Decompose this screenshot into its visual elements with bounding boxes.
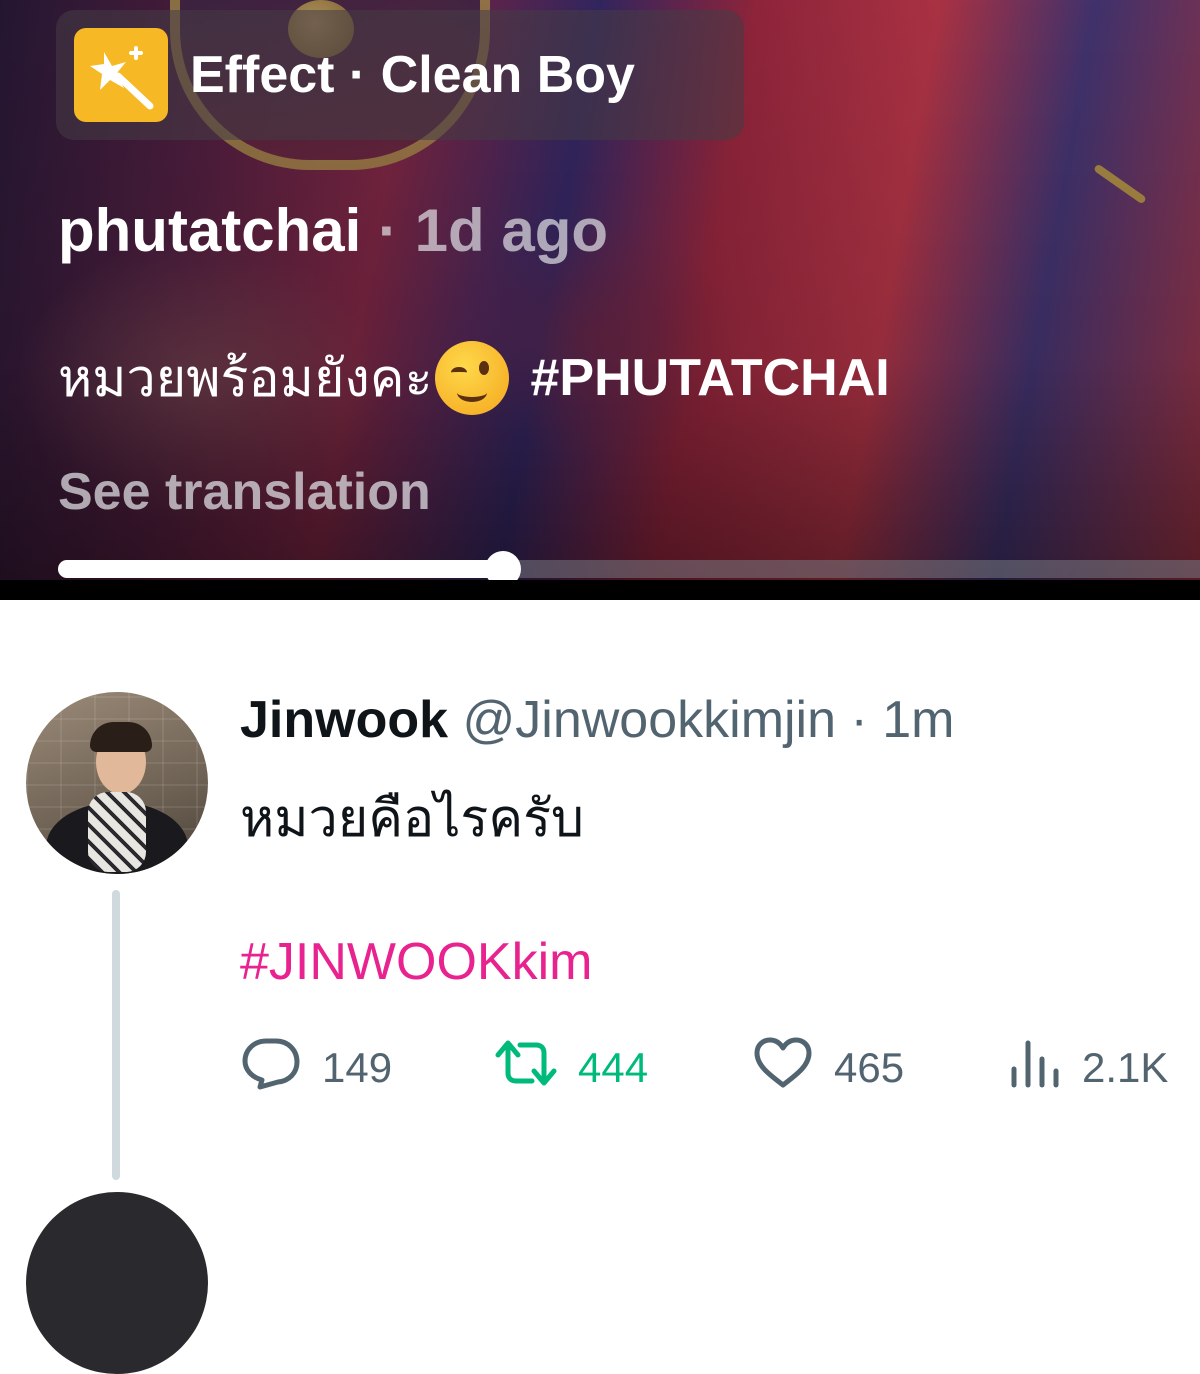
tweet-text: หมวยคือไรครับ: [240, 790, 585, 848]
retweet-icon: [494, 1035, 558, 1101]
video-time-ago: · 1d ago: [361, 197, 609, 264]
tweet-time[interactable]: · 1m: [836, 691, 954, 749]
winking-face-emoji-icon: [434, 340, 509, 415]
effect-label: Effect · Clean Boy: [190, 46, 635, 104]
thread-line: [112, 890, 120, 1180]
effect-chip[interactable]: Effect · Clean Boy: [56, 10, 744, 140]
tweet-hashtag[interactable]: #JINWOOKkim: [240, 932, 592, 992]
reply-button[interactable]: 149: [240, 1036, 392, 1100]
caption-text: หมวยพร้อมยังคะ: [58, 350, 433, 408]
like-button[interactable]: 465: [752, 1036, 904, 1100]
display-name[interactable]: Jinwook: [240, 691, 448, 749]
bar-chart-icon: [1008, 1035, 1062, 1101]
heart-icon: [752, 1035, 814, 1101]
like-count: 465: [834, 1044, 905, 1091]
user-handle[interactable]: @Jinwookkimjin: [462, 691, 836, 749]
magic-wand-icon: [74, 28, 168, 122]
views-count: 2.1K: [1082, 1044, 1169, 1091]
video-caption: หมวยพร้อมยังคะ #PHUTATCHAI: [58, 336, 890, 419]
avatar[interactable]: [26, 692, 208, 874]
video-player[interactable]: Effect · Clean Boy phutatchai · 1d ago ห…: [0, 0, 1200, 600]
tweet-header: Jinwook @Jinwookkimjin · 1m: [240, 690, 954, 750]
reply-count: 149: [322, 1044, 393, 1091]
progress-fill: [58, 560, 503, 578]
video-author-line: phutatchai · 1d ago: [58, 196, 608, 265]
video-author[interactable]: phutatchai: [58, 197, 361, 264]
retweet-button[interactable]: 444: [494, 1036, 648, 1100]
see-translation-link[interactable]: See translation: [58, 462, 431, 522]
caption-hashtag[interactable]: #PHUTATCHAI: [531, 348, 890, 408]
reply-icon: [240, 1035, 302, 1101]
next-reply-avatar[interactable]: [26, 1192, 208, 1374]
views-button[interactable]: 2.1K: [1008, 1036, 1168, 1100]
retweet-count: 444: [578, 1044, 649, 1091]
